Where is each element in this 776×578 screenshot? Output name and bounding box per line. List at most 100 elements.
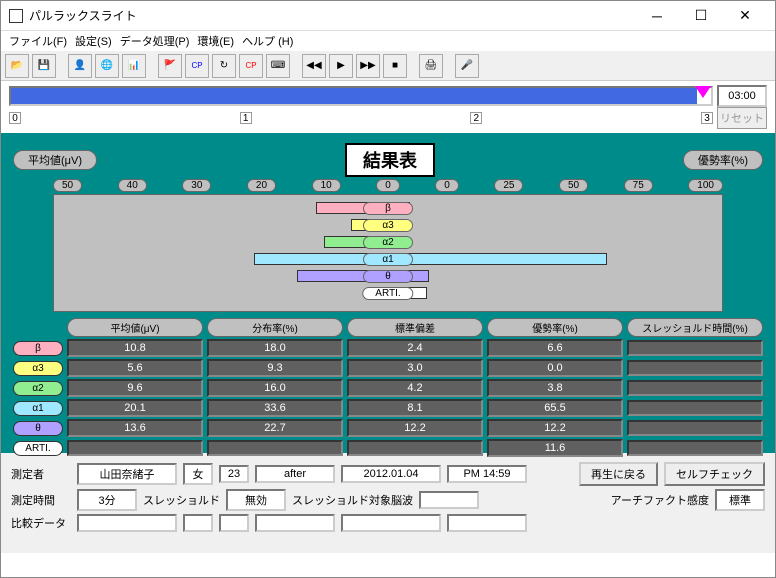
cell: 11.6 <box>487 439 623 457</box>
mic-icon[interactable]: 🎤 <box>455 54 479 78</box>
threshold-target-field <box>419 491 479 509</box>
menu-data[interactable]: データ処理(P) <box>120 33 190 49</box>
table-row: β10.818.02.46.6 <box>13 339 763 357</box>
chart-box: βα3α2α1θARTI. <box>53 194 723 312</box>
cell: 8.1 <box>347 399 483 417</box>
minimize-button[interactable]: ─ <box>635 2 679 30</box>
reset-button[interactable]: リセット <box>717 107 767 129</box>
cell: 65.5 <box>487 399 623 417</box>
print-icon[interactable]: 🖨 <box>419 54 443 78</box>
chart-row: ARTI. <box>54 285 722 301</box>
time-display: 03:00 <box>717 85 767 107</box>
time-field: PM 14:59 <box>447 465 527 483</box>
band-label: β <box>363 202 413 215</box>
row-label: α2 <box>13 381 63 396</box>
chart-row: α3 <box>54 217 722 233</box>
menu-settings[interactable]: 設定(S) <box>75 33 112 49</box>
keyboard-icon[interactable]: ⌨ <box>266 54 290 78</box>
threshold-target-label: スレッショルド対象脳波 <box>292 492 413 508</box>
progress-bar[interactable] <box>9 86 713 106</box>
compare-6 <box>447 514 527 532</box>
row-label: α3 <box>13 361 63 376</box>
stop-icon[interactable]: ■ <box>383 54 407 78</box>
playback-button[interactable]: 再生に戻る <box>579 462 658 486</box>
menu-file[interactable]: ファイル(F) <box>9 33 67 49</box>
band-label: ARTI. <box>362 287 413 300</box>
chart-row: β <box>54 200 722 216</box>
selfcheck-button[interactable]: セルフチェック <box>664 462 765 486</box>
open-icon[interactable]: 📂 <box>5 54 29 78</box>
axis-tick: 75 <box>624 179 653 192</box>
row-label: θ <box>13 421 63 436</box>
app-icon <box>9 9 23 23</box>
threshold-label: スレッショルド <box>143 492 220 508</box>
axis-row: 50 40 30 20 10 0 0 25 50 75 100 <box>13 179 763 192</box>
cell: 4.2 <box>347 379 483 397</box>
date-field: 2012.01.04 <box>341 465 441 483</box>
axis-tick: 50 <box>53 179 82 192</box>
row-label: ARTI. <box>13 441 63 456</box>
close-button[interactable]: ✕ <box>723 2 767 30</box>
refresh-icon[interactable]: ↻ <box>212 54 236 78</box>
cell: 6.6 <box>487 339 623 357</box>
phase-field: after <box>255 465 335 483</box>
axis-tick: 50 <box>559 179 588 192</box>
axis-tick: 10 <box>312 179 341 192</box>
axis-tick: 20 <box>247 179 276 192</box>
cp2-icon[interactable]: CP <box>239 54 263 78</box>
cell <box>207 440 343 456</box>
progress-marker[interactable] <box>695 86 711 98</box>
user-icon[interactable]: 👤 <box>68 54 92 78</box>
axis-tick: 30 <box>182 179 211 192</box>
table-row: α29.616.04.23.8 <box>13 379 763 397</box>
row-label: α1 <box>13 401 63 416</box>
compare-5 <box>341 514 441 532</box>
table-row: α35.69.33.00.0 <box>13 359 763 377</box>
play-icon[interactable]: ▶ <box>329 54 353 78</box>
cell: 22.7 <box>207 419 343 437</box>
cell <box>627 420 763 436</box>
titlebar: パルラックスライト ─ ☐ ✕ <box>1 1 775 31</box>
col-dist: 分布率(%) <box>207 318 343 337</box>
flag-icon[interactable]: 🚩 <box>158 54 182 78</box>
save-icon[interactable]: 💾 <box>32 54 56 78</box>
maximize-button[interactable]: ☐ <box>679 2 723 30</box>
table-row: θ13.622.712.212.2 <box>13 419 763 437</box>
measurer-label: 測定者 <box>11 466 71 482</box>
chart-icon[interactable]: 📊 <box>122 54 146 78</box>
progress-fill <box>11 88 697 104</box>
meas-time-label: 測定時間 <box>11 492 71 508</box>
rewind-icon[interactable]: ◀◀ <box>302 54 326 78</box>
progress-area: 03:00 0 1 2 3 リセット <box>1 81 775 133</box>
result-title: 結果表 <box>345 143 435 177</box>
cell <box>67 440 203 456</box>
axis-tick: 0 <box>435 179 459 192</box>
forward-icon[interactable]: ▶▶ <box>356 54 380 78</box>
bar-dom <box>388 253 607 265</box>
cell: 0.0 <box>487 359 623 377</box>
name-field: 山田奈緒子 <box>77 463 177 485</box>
meas-time-field: 3分 <box>77 489 137 511</box>
cell <box>627 340 763 356</box>
menu-help[interactable]: ヘルプ (H) <box>242 33 293 49</box>
compare-4 <box>255 514 335 532</box>
threshold-field: 無効 <box>226 489 286 511</box>
main-area: 平均値(μV) 結果表 優勢率(%) 50 40 30 20 10 0 0 25… <box>1 133 775 453</box>
cell: 3.8 <box>487 379 623 397</box>
cell: 2.4 <box>347 339 483 357</box>
cp1-icon[interactable]: CP <box>185 54 209 78</box>
cell <box>627 440 763 456</box>
cell: 12.2 <box>347 419 483 437</box>
band-label: α2 <box>363 236 413 249</box>
menu-env[interactable]: 環境(E) <box>197 33 234 49</box>
axis-tick: 25 <box>494 179 523 192</box>
cell <box>627 400 763 416</box>
band-label: α1 <box>363 253 413 266</box>
cell: 18.0 <box>207 339 343 357</box>
chart-row: α1 <box>54 251 722 267</box>
age-field: 23 <box>219 465 249 483</box>
globe-icon[interactable]: 🌐 <box>95 54 119 78</box>
table-row: ARTI. 11.6 <box>13 439 763 457</box>
tick-2: 2 <box>470 112 482 124</box>
window-title: パルラックスライト <box>29 7 635 24</box>
